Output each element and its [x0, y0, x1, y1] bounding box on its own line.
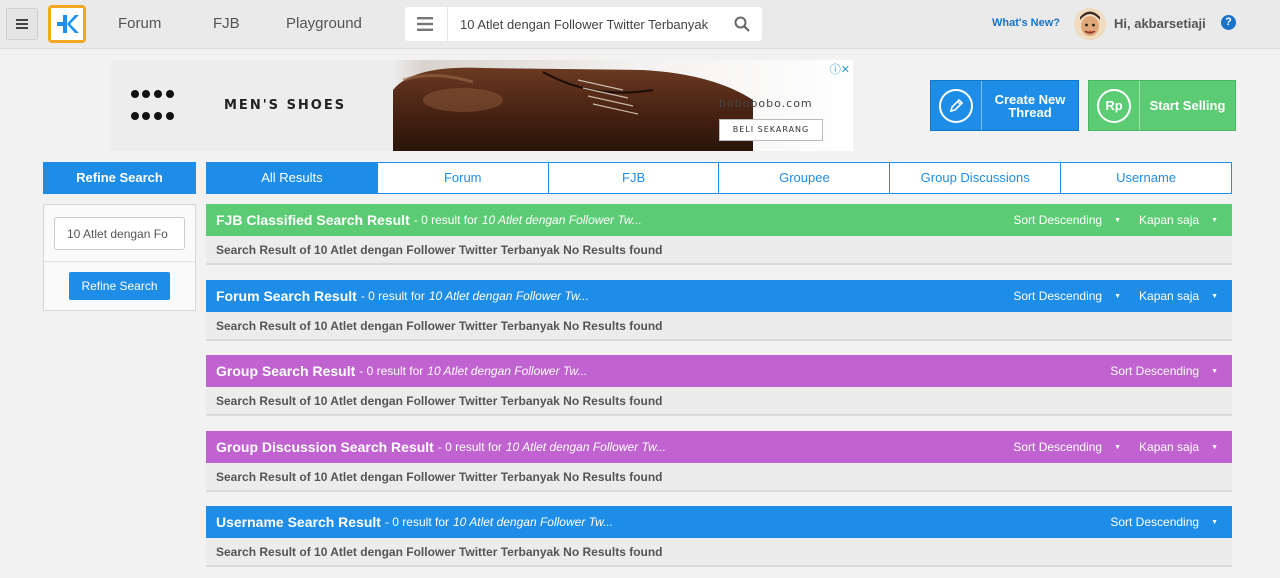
pencil-icon [939, 88, 973, 123]
section-title: Username Search Result [216, 514, 381, 530]
result-query: 10 Atlet dengan Follower Tw... [505, 440, 666, 454]
result-count: - 0 result for [360, 289, 425, 303]
no-results-message: Search Result of 10 Atlet dengan Followe… [206, 236, 1232, 265]
section-title: FJB Classified Search Result [216, 212, 410, 228]
tab-all-results[interactable]: All Results [206, 162, 378, 194]
user-greeting[interactable]: Hi, akbarsetiaji [1114, 16, 1206, 31]
ad-buy-button[interactable]: BELI SEKARANG [719, 119, 823, 141]
avatar[interactable] [1074, 8, 1106, 40]
brand-dots-logo [131, 90, 174, 120]
avatar-icon [1074, 8, 1106, 40]
section-header: Group Discussion Search Result - 0 resul… [206, 431, 1232, 463]
tab-group-discussions[interactable]: Group Discussions [889, 162, 1062, 194]
divider [44, 261, 195, 262]
section-header: Forum Search Result - 0 result for 10 At… [206, 280, 1232, 312]
whats-new-link[interactable]: What's New? [992, 17, 1060, 29]
no-results-message: Search Result of 10 Atlet dengan Followe… [206, 387, 1232, 416]
section-title: Group Discussion Search Result [216, 439, 434, 455]
menu-icon [16, 19, 28, 29]
ad-banner[interactable]: MEN'S SHOES bobobobo.com BELI SEKARANG ⓘ… [111, 60, 853, 151]
top-bar: Forum FJB Playground What's New? Hi, akb… [0, 0, 1280, 49]
help-icon[interactable]: ? [1221, 15, 1236, 30]
chevron-down-icon: ▼ [1211, 216, 1218, 224]
refine-search-panel: Refine Search [43, 204, 196, 311]
result-count: - 0 result for [437, 440, 502, 454]
sort-dropdown[interactable]: Sort Descending ▼ [1013, 213, 1121, 227]
section-title: Forum Search Result [216, 288, 357, 304]
start-selling-button[interactable]: Rp Start Selling [1088, 80, 1236, 131]
result-count: - 0 result for [359, 364, 424, 378]
result-query: 10 Atlet dengan Follower Tw... [453, 515, 614, 529]
result-query: 10 Atlet dengan Follower Tw... [481, 213, 642, 227]
section-header: Username Search Result - 0 result for 10… [206, 506, 1232, 538]
chevron-down-icon: ▼ [1114, 443, 1122, 451]
tab-username[interactable]: Username [1060, 162, 1232, 194]
menu-button[interactable] [6, 8, 38, 40]
kaskus-logo[interactable] [48, 5, 86, 43]
time-dropdown[interactable]: Kapan saja ▼ [1139, 289, 1218, 303]
section-header: Group Search Result - 0 result for 10 At… [206, 355, 1232, 387]
result-tabs: All Results Forum FJB Groupee Group Disc… [206, 162, 1232, 194]
search-icon[interactable] [734, 16, 750, 32]
result-query: 10 Atlet dengan Follower Tw... [428, 289, 589, 303]
no-results-message: Search Result of 10 Atlet dengan Followe… [206, 312, 1232, 341]
search-category-icon[interactable] [417, 17, 433, 31]
kaskus-logo-icon [57, 15, 79, 33]
ad-choices-icon[interactable]: ⓘ✕ [830, 61, 850, 77]
username-result-section: Username Search Result - 0 result for 10… [206, 506, 1232, 567]
nav-fjb[interactable]: FJB [213, 15, 240, 32]
search-bar [405, 7, 762, 41]
time-dropdown[interactable]: Kapan saja ▼ [1139, 213, 1218, 227]
sort-dropdown[interactable]: Sort Descending ▼ [1110, 515, 1218, 529]
chevron-down-icon: ▼ [1211, 443, 1218, 451]
shoe-image [393, 67, 753, 151]
time-dropdown[interactable]: Kapan saja ▼ [1139, 440, 1218, 454]
refine-search-button[interactable]: Refine Search [69, 272, 170, 300]
chevron-down-icon: ▼ [1211, 292, 1218, 300]
group-result-section: Group Search Result - 0 result for 10 At… [206, 355, 1232, 416]
sort-dropdown[interactable]: Sort Descending ▼ [1013, 440, 1121, 454]
search-input[interactable] [447, 7, 727, 41]
create-thread-label: Create New Thread [994, 91, 1066, 120]
ad-brand-text: MEN'S SHOES [224, 98, 347, 113]
chevron-down-icon: ▼ [1211, 367, 1218, 375]
sort-dropdown[interactable]: Sort Descending ▼ [1110, 364, 1218, 378]
nav-forum[interactable]: Forum [118, 15, 161, 32]
chevron-down-icon: ▼ [1114, 216, 1122, 224]
section-header: FJB Classified Search Result - 0 result … [206, 204, 1232, 236]
fjb-result-section: FJB Classified Search Result - 0 result … [206, 204, 1232, 265]
chevron-down-icon: ▼ [1211, 518, 1218, 526]
refine-search-title: Refine Search [43, 162, 196, 194]
tab-fjb[interactable]: FJB [547, 162, 720, 194]
nav-playground[interactable]: Playground [286, 15, 362, 32]
start-selling-label: Start Selling [1149, 98, 1226, 113]
create-thread-button[interactable]: Create New Thread [930, 80, 1079, 131]
no-results-message: Search Result of 10 Atlet dengan Followe… [206, 463, 1232, 492]
sort-dropdown[interactable]: Sort Descending ▼ [1013, 289, 1121, 303]
result-count: - 0 result for [384, 515, 449, 529]
ad-url: bobobobo.com [719, 97, 813, 110]
forum-result-section: Forum Search Result - 0 result for 10 At… [206, 280, 1232, 341]
tab-forum[interactable]: Forum [376, 162, 549, 194]
refine-search-input[interactable] [54, 217, 185, 250]
chevron-down-icon: ▼ [1114, 292, 1122, 300]
section-title: Group Search Result [216, 363, 356, 379]
no-results-message: Search Result of 10 Atlet dengan Followe… [206, 538, 1232, 567]
result-query: 10 Atlet dengan Follower Tw... [427, 364, 588, 378]
tab-groupee[interactable]: Groupee [718, 162, 891, 194]
rupiah-icon: Rp [1097, 88, 1131, 123]
group-discussion-result-section: Group Discussion Search Result - 0 resul… [206, 431, 1232, 492]
result-count: - 0 result for [413, 213, 478, 227]
